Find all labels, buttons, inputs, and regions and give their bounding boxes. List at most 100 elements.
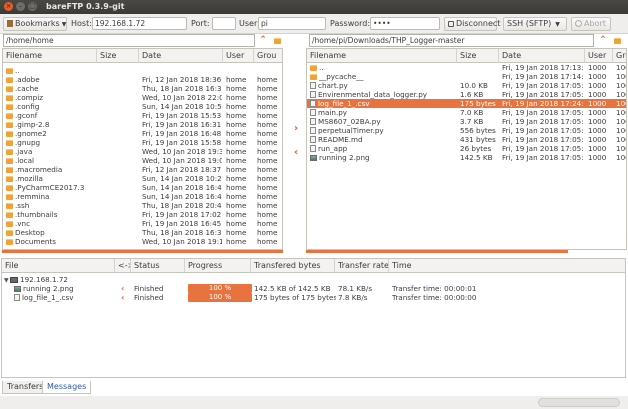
file-row[interactable]: .local Wed, 10 Jan 2018 19:03: home home — [3, 156, 282, 165]
file-name: Envirenmental_data_logger.py — [310, 90, 456, 99]
bookmarks-button[interactable]: Bookmarks ▼ — [3, 17, 67, 31]
file-row[interactable]: .cache Thu, 18 Jan 2018 16:37: home home — [3, 84, 282, 93]
column-header-size[interactable]: Size — [97, 49, 139, 63]
file-user: 1000 — [588, 90, 607, 99]
file-row[interactable]: Envirenmental_data_logger.py 1.6 KB Fri, 1… — [307, 90, 626, 99]
file-row[interactable]: .vnc Fri, 19 Jan 2018 16:45:5 home home — [3, 219, 282, 228]
queue-column-file[interactable]: File — [2, 259, 115, 273]
local-file-list[interactable]: Filename Size Date User Grou.. .adobe Fri, 12 … — [2, 48, 283, 250]
file-row[interactable]: __pycache__ Fri, 19 Jan 2018 17:14:3 1000 1… — [307, 72, 626, 81]
host-input[interactable]: 192.168.1.72 — [92, 17, 187, 30]
queue-column-direction[interactable]: <-> — [115, 259, 131, 273]
file-row[interactable]: .mozilla Sun, 14 Jan 2018 10:28: home home — [3, 174, 282, 183]
file-user: 1000 — [588, 135, 607, 144]
file-row[interactable]: MS8607_02BA.py 3.7 KB Fri, 19 Jan 2018 17:… — [307, 117, 626, 126]
maximize-window-button[interactable]: □ — [28, 2, 37, 11]
file-row[interactable]: .adobe Fri, 12 Jan 2018 18:36:5 home home — [3, 75, 282, 84]
column-header-grou[interactable]: Grou — [254, 49, 282, 63]
file-row[interactable]: running 2.png 142.5 KB Fri, 19 Jan 2018 17… — [307, 153, 626, 162]
file-row[interactable]: .compiz Wed, 10 Jan 2018 22:08: home home — [3, 93, 282, 102]
file-row[interactable]: .macromedia Fri, 12 Jan 2018 18:37:2 home h… — [3, 165, 282, 174]
file-icon — [310, 118, 316, 125]
close-window-button[interactable]: × — [4, 2, 13, 11]
folder-icon — [6, 158, 13, 164]
remote-scrollbar[interactable] — [306, 250, 568, 253]
file-row[interactable]: .java Wed, 10 Jan 2018 19:37: home home — [3, 147, 282, 156]
column-header-size[interactable]: Size — [457, 49, 499, 63]
queue-group-label: 192.168.1.72 — [20, 275, 69, 284]
local-folder-icon[interactable] — [271, 34, 283, 47]
file-row[interactable]: perpetualTimer.py 556 bytes Fri, 19 Jan 20… — [307, 126, 626, 135]
file-row[interactable]: log_file_1_.csv 175 bytes Fri, 19 Jan 2018… — [307, 99, 626, 108]
file-size: 142.5 KB — [460, 153, 493, 162]
file-row[interactable]: Desktop Thu, 18 Jan 2018 16:31: home home — [3, 228, 282, 237]
queue-column-time[interactable]: Time — [389, 259, 625, 273]
minimize-window-button[interactable]: – — [16, 2, 25, 11]
local-path-input[interactable]: /home/home — [3, 34, 255, 47]
file-name: running 2.png — [310, 153, 456, 162]
local-path-bar: /home/home ⌃ — [3, 34, 285, 48]
disconnect-button[interactable]: Disconnect — [444, 17, 500, 31]
file-row[interactable]: Documents Wed, 10 Jan 2018 19:15: home home — [3, 237, 282, 246]
queue-column-status[interactable]: Status — [131, 259, 185, 273]
file-group: home — [257, 192, 278, 201]
remote-file-list[interactable]: FilenameSizeDateUserGrou.. Fri, 19 Jan 20… — [306, 48, 627, 250]
file-row[interactable]: chart.py 10.0 KB Fri, 19 Jan 2018 17:05:5 1… — [307, 81, 626, 90]
queue-row[interactable]: log_file_1_.csv ‹ Finished 100 % 175 bytes o… — [2, 293, 625, 302]
file-row[interactable]: .. — [3, 66, 282, 75]
queue-group-row[interactable]: ▼ 192.168.1.72 — [4, 275, 114, 284]
file-group: home — [257, 111, 278, 120]
file-date: Fri, 19 Jan 2018 17:05:5 — [502, 135, 584, 144]
file-row[interactable]: .remmina Sun, 14 Jan 2018 16:40: home home — [3, 192, 282, 201]
file-date: Fri, 19 Jan 2018 17:02:5 — [142, 210, 222, 219]
column-header-user[interactable]: User — [223, 49, 254, 63]
port-input[interactable] — [212, 17, 236, 30]
file-name: Desktop — [6, 228, 96, 237]
remote-path-input[interactable]: /home/pi/Downloads/THP_Logger-master — [309, 34, 594, 47]
queue-transfer-rate: 7.8 KB/s — [338, 293, 368, 302]
upload-arrow-icon[interactable]: › — [290, 123, 302, 134]
file-row[interactable]: .. Fri, 19 Jan 2018 17:13:0 1000 1000 — [307, 63, 626, 72]
queue-column-transferrate[interactable]: Transfer rate — [335, 259, 389, 273]
local-up-icon[interactable]: ⌃ — [257, 34, 269, 47]
protocol-select[interactable]: SSH (SFTP) ▼ — [503, 17, 567, 31]
column-header-filename[interactable]: Filename — [307, 49, 457, 63]
column-header-date[interactable]: Date — [139, 49, 223, 63]
file-date: Fri, 19 Jan 2018 17:13:0 — [502, 63, 584, 72]
column-header-filename[interactable]: Filename — [3, 49, 97, 63]
file-row[interactable]: .gnome2 Fri, 19 Jan 2018 16:48:2 home home — [3, 129, 282, 138]
file-row[interactable]: .gnupg Fri, 19 Jan 2018 15:58:4 home home — [3, 138, 282, 147]
file-row[interactable]: run_app 26 bytes Fri, 19 Jan 2018 17:05:5 1… — [307, 144, 626, 153]
bookmarks-label: Bookmarks — [15, 19, 60, 28]
abort-button[interactable]: Abort — [571, 17, 611, 31]
file-row[interactable]: .thumbnails Fri, 19 Jan 2018 17:02:5 home h… — [3, 210, 282, 219]
file-row[interactable]: main.py 7.0 KB Fri, 19 Jan 2018 17:05:5 100… — [307, 108, 626, 117]
file-row[interactable]: .config Sun, 14 Jan 2018 10:55: home home — [3, 102, 282, 111]
file-row[interactable]: .gimp-2.8 Fri, 19 Jan 2018 16:31:3 home hom… — [3, 120, 282, 129]
column-header-user[interactable]: User — [585, 49, 613, 63]
file-name: chart.py — [310, 81, 456, 90]
column-header-grou[interactable]: Grou — [613, 49, 626, 63]
queue-transfer-rate: 78.1 KB/s — [338, 284, 373, 293]
column-header-date[interactable]: Date — [499, 49, 585, 63]
file-row[interactable]: .ssh Thu, 18 Jan 2018 20:43: home home — [3, 201, 282, 210]
file-row[interactable]: .PyCharmCE2017.3 Sun, 14 Jan 2018 16:40: h… — [3, 183, 282, 192]
transfer-queue[interactable]: File<->StatusProgressTransfered bytesTra… — [1, 258, 626, 378]
password-input[interactable]: •••• — [370, 17, 440, 30]
file-row[interactable]: .gconf Fri, 19 Jan 2018 15:53:3 home home — [3, 111, 282, 120]
queue-progress-bar: 100 % — [188, 284, 252, 293]
tab-messages[interactable]: Messages — [42, 381, 92, 394]
download-arrow-icon[interactable]: ‹ — [290, 147, 302, 158]
queue-column-transferedbytes[interactable]: Transfered bytes — [251, 259, 335, 273]
file-row[interactable]: README.md 431 bytes Fri, 19 Jan 2018 17:05… — [307, 135, 626, 144]
local-scrollbar[interactable] — [2, 250, 283, 253]
file-date: Sun, 14 Jan 2018 16:40: — [142, 183, 222, 192]
user-input[interactable]: pi — [258, 17, 326, 30]
remote-folder-icon[interactable] — [611, 34, 623, 47]
file-name: .cache — [6, 84, 96, 93]
queue-column-progress[interactable]: Progress — [185, 259, 251, 273]
queue-row[interactable]: running 2.png ‹ Finished 100 % 142.5 KB of 1… — [2, 284, 625, 293]
file-name: .gnupg — [6, 138, 96, 147]
file-icon — [310, 145, 316, 152]
remote-up-icon[interactable]: ⌃ — [597, 34, 609, 47]
